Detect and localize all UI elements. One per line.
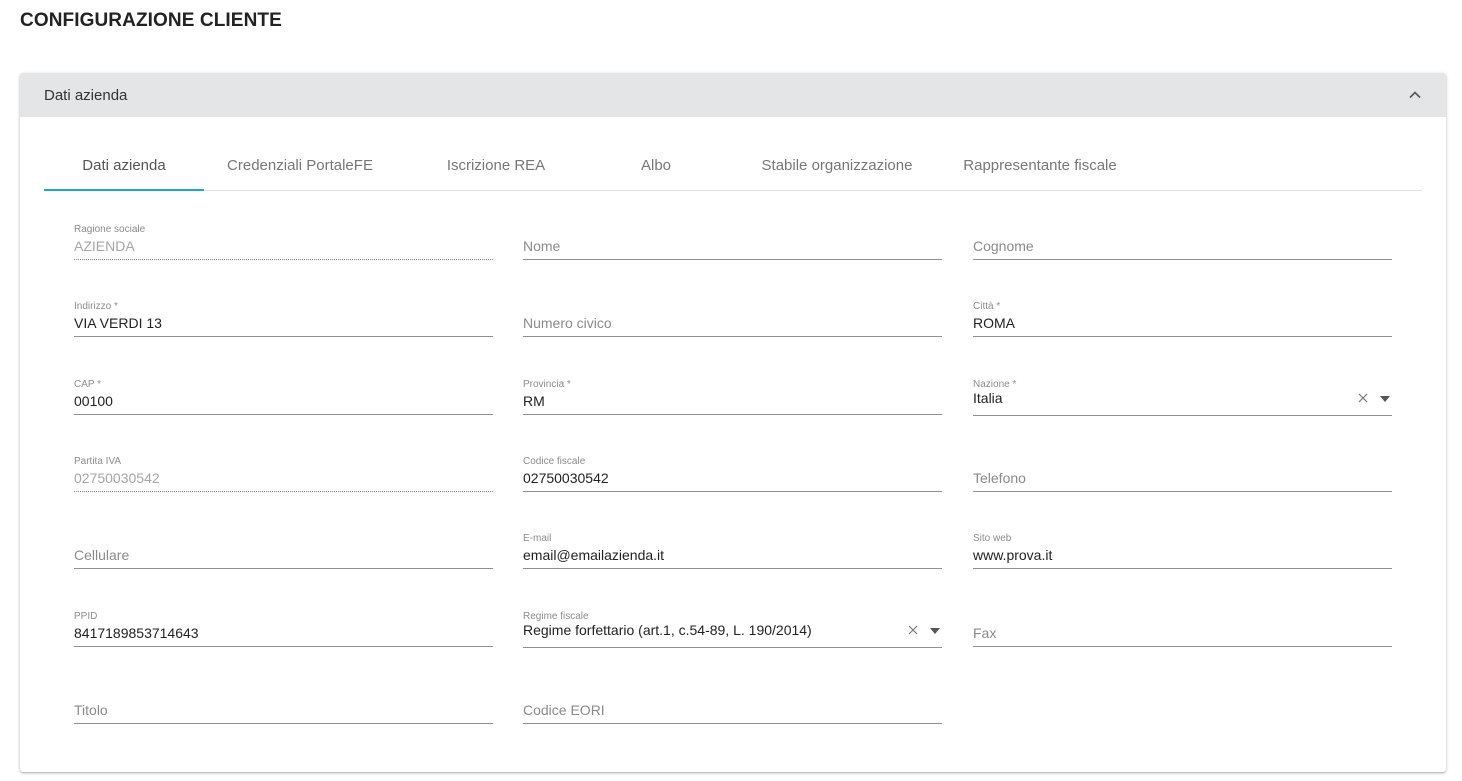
tab-rappresentante-fiscale[interactable]: Rappresentante fiscale [950, 145, 1130, 191]
indirizzo-input[interactable]: Indirizzo * VIA VERDI 13 [74, 301, 493, 349]
cap-value: 00100 [74, 393, 113, 409]
provincia-label: Provincia * [523, 379, 571, 390]
cognome-input[interactable]: Cognome [973, 224, 1392, 272]
nome-placeholder: Nome [523, 238, 561, 254]
tab-dati-azienda[interactable]: Dati azienda [44, 145, 204, 191]
titolo-input[interactable]: Titolo [74, 688, 493, 736]
nazione-label: Nazione * [973, 379, 1017, 390]
sito-web-value: www.prova.it [973, 547, 1053, 563]
panel-title: Dati azienda [44, 87, 128, 104]
email-input[interactable]: E-mail email@emailazienda.it [523, 533, 942, 581]
citta-input[interactable]: Città * ROMA [973, 301, 1392, 349]
codice-fiscale-value: 02750030542 [523, 470, 609, 486]
company-data-panel: Dati azienda Dati azienda Credenziali Po… [20, 73, 1446, 772]
numero-civico-placeholder: Numero civico [523, 315, 612, 331]
sito-web-input[interactable]: Sito web www.prova.it [973, 533, 1392, 581]
nazione-select[interactable]: Nazione * Italia [973, 379, 1392, 427]
sito-web-label: Sito web [973, 533, 1012, 544]
ragione-sociale-field: Ragione sociale AZIENDA [74, 224, 493, 272]
close-icon[interactable] [908, 625, 918, 635]
caret-down-icon[interactable] [1380, 396, 1390, 402]
codice-eori-placeholder: Codice EORI [523, 702, 605, 718]
cap-label: CAP * [74, 379, 102, 390]
tab-bar: Dati azienda Credenziali PortaleFE Iscri… [44, 145, 1422, 191]
indirizzo-label: Indirizzo * [74, 301, 118, 312]
codice-fiscale-input[interactable]: Codice fiscale 02750030542 [523, 456, 942, 504]
ragione-sociale-label: Ragione sociale [74, 224, 146, 235]
email-label: E-mail [523, 533, 552, 544]
nazione-value: Italia [973, 390, 1003, 406]
ppid-input[interactable]: PPID 8417189853714643 [74, 611, 493, 659]
cellulare-placeholder: Cellulare [74, 547, 130, 563]
codice-fiscale-label: Codice fiscale [523, 456, 586, 467]
provincia-input[interactable]: Provincia * RM [523, 379, 942, 427]
cellulare-input[interactable]: Cellulare [74, 533, 493, 581]
ppid-label: PPID [74, 611, 98, 622]
citta-label: Città * [973, 301, 1001, 312]
fax-placeholder: Fax [973, 625, 997, 641]
email-value: email@emailazienda.it [523, 547, 665, 563]
partita-iva-value: 02750030542 [74, 470, 160, 486]
tab-credenziali-portalefe[interactable]: Credenziali PortaleFE [220, 145, 380, 191]
telefono-placeholder: Telefono [973, 470, 1026, 486]
fax-input[interactable]: Fax [973, 611, 1392, 659]
citta-value: ROMA [973, 315, 1015, 331]
partita-iva-label: Partita IVA [74, 456, 122, 467]
provincia-value: RM [523, 393, 545, 409]
page-title: CONFIGURAZIONE CLIENTE [20, 10, 282, 31]
panel-header[interactable]: Dati azienda [20, 73, 1446, 117]
close-icon[interactable] [1358, 393, 1368, 403]
tab-stabile-organizzazione[interactable]: Stabile organizzazione [747, 145, 927, 191]
ppid-value: 8417189853714643 [74, 625, 199, 641]
telefono-input[interactable]: Telefono [973, 456, 1392, 504]
ragione-sociale-value: AZIENDA [74, 238, 135, 254]
chevron-up-icon[interactable] [1408, 88, 1422, 102]
cognome-placeholder: Cognome [973, 238, 1034, 254]
cap-input[interactable]: CAP * 00100 [74, 379, 493, 427]
caret-down-icon[interactable] [930, 628, 940, 634]
codice-eori-input[interactable]: Codice EORI [523, 688, 942, 736]
tab-albo[interactable]: Albo [576, 145, 736, 191]
titolo-placeholder: Titolo [74, 702, 108, 718]
regime-fiscale-label: Regime fiscale [523, 611, 589, 622]
regime-fiscale-select[interactable]: Regime fiscale Regime forfettario (art.1… [523, 611, 942, 659]
tab-iscrizione-rea[interactable]: Iscrizione REA [416, 145, 576, 191]
numero-civico-input[interactable]: Numero civico [523, 301, 942, 349]
partita-iva-field: Partita IVA 02750030542 [74, 456, 493, 504]
regime-fiscale-value: Regime forfettario (art.1, c.54-89, L. 1… [523, 622, 812, 638]
nome-input[interactable]: Nome [523, 224, 942, 272]
indirizzo-value: VIA VERDI 13 [74, 315, 162, 331]
